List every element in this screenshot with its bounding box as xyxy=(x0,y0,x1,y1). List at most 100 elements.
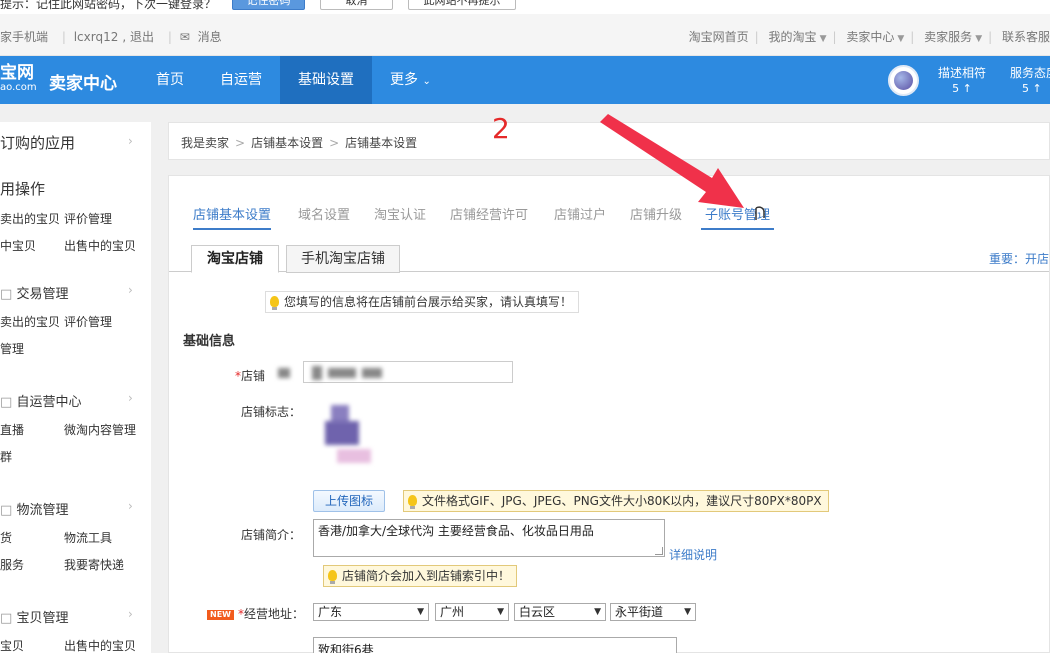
street-select[interactable]: 永平街道 ▼ xyxy=(610,603,696,621)
chevron-down-icon: ▼ xyxy=(975,34,983,44)
new-badge: NEW xyxy=(207,610,234,620)
chevron-right-icon[interactable]: › xyxy=(128,283,133,297)
remember-password-button[interactable]: 记住密码 xyxy=(232,0,305,10)
sidebar-link-sold[interactable]: 卖出的宝贝 xyxy=(0,313,60,330)
mobile-link[interactable]: 家手机端 xyxy=(0,30,48,44)
lightbulb-icon xyxy=(328,570,337,584)
sidebar-title-self-operation[interactable]: □ 自运营中心 xyxy=(0,391,81,410)
label-shop-name: *店铺 xyxy=(235,369,266,383)
sidebar-link-live[interactable]: 直播 xyxy=(0,421,24,438)
goods-icon: □ xyxy=(0,611,13,626)
label-shop-logo: 店铺标志： xyxy=(241,405,302,419)
breadcrumb-item[interactable]: 店铺基本设置 xyxy=(251,136,323,150)
province-select[interactable]: 广东 ▼ xyxy=(313,603,429,621)
tab-taobao-shop[interactable]: 淘宝店铺 xyxy=(191,245,279,273)
upload-logo-button[interactable]: 上传图标 xyxy=(313,490,385,512)
breadcrumb-item[interactable]: 我是卖家 xyxy=(181,136,229,150)
detail-link[interactable]: 详细说明 xyxy=(669,546,717,563)
seller-service-link[interactable]: 卖家服务 ▼ xyxy=(924,30,982,44)
tab-domain-settings[interactable]: 域名设置 xyxy=(298,204,350,228)
sidebar-link-group[interactable]: 群 xyxy=(0,448,12,465)
chevron-right-icon: > xyxy=(235,136,246,150)
tab-sub-account[interactable]: 子账号管理 xyxy=(701,204,775,230)
chevron-right-icon[interactable]: › xyxy=(128,499,133,513)
sidebar-title-common: 用操作 xyxy=(0,180,46,198)
sidebar-link-express[interactable]: 我要寄快递 xyxy=(64,556,124,573)
envelope-icon: ✉ xyxy=(179,30,190,44)
sidebar-link-on-sale[interactable]: 出售中的宝贝 xyxy=(64,237,136,254)
sidebar-link-service[interactable]: 服务 xyxy=(0,556,24,573)
sidebar-title-apps[interactable]: 订购的应用 xyxy=(0,132,75,153)
tab-shop-upgrade[interactable]: 店铺升级 xyxy=(630,204,682,228)
self-icon: □ xyxy=(0,395,13,410)
sidebar-link-logistics-tools[interactable]: 物流工具 xyxy=(64,529,112,546)
sidebar-link-goods[interactable]: 宝贝 xyxy=(0,637,24,653)
nav-self-operation[interactable]: 自运营 xyxy=(202,56,280,104)
taobao-home-link[interactable]: 淘宝网首页 xyxy=(689,30,749,44)
message-link[interactable]: 消息 xyxy=(198,30,222,44)
lightbulb-icon xyxy=(408,495,417,509)
label-shop-intro: 店铺简介： xyxy=(241,528,302,542)
username[interactable]: lcxrq12 xyxy=(74,30,119,44)
content-panel: 店铺基本设置 域名设置 淘宝认证 店铺经营许可 店铺过户 店铺升级 子账号管理 … xyxy=(168,175,1050,653)
trade-icon: □ xyxy=(0,287,13,302)
chevron-down-icon: ▼ xyxy=(497,607,504,617)
contact-service-link[interactable]: 联系客服 xyxy=(1002,30,1050,44)
sidebar-title-goods[interactable]: □ 宝贝管理 xyxy=(0,607,68,626)
shop-type-tabs: 淘宝店铺 手机淘宝店铺 xyxy=(169,242,1049,273)
tab-business-license[interactable]: 店铺经营许可 xyxy=(450,204,528,228)
nav-more[interactable]: 更多 ⌄ xyxy=(372,56,449,104)
chevron-down-icon: ⌄ xyxy=(422,76,431,87)
sidebar-link-on-sale[interactable]: 出售中的宝贝 xyxy=(64,637,136,653)
chevron-down-icon: ▼ xyxy=(897,34,905,44)
sidebar-link-warehouse[interactable]: 中宝贝 xyxy=(0,237,36,254)
nav-home[interactable]: 首页 xyxy=(138,56,202,104)
score-description[interactable]: 描述相符 5 ↑ xyxy=(938,65,986,97)
sidebar-title-trade[interactable]: □ 交易管理 xyxy=(0,283,68,302)
tab-shop-basic-settings[interactable]: 店铺基本设置 xyxy=(193,204,272,230)
nav-basic-settings[interactable]: 基础设置 xyxy=(280,56,372,104)
my-taobao-link[interactable]: 我的淘宝 ▼ xyxy=(769,30,827,44)
breadcrumb: 我是卖家 > 店铺基本设置 > 店铺基本设置 xyxy=(168,122,1050,160)
annotation-step-number: 2 xyxy=(492,112,510,145)
site-top-bar: 家手机端 | lcxrq12, 退出 | ✉ 消息 淘宝网首页 | 我的淘宝 ▼ | … xyxy=(0,14,1050,56)
sidebar-title-logistics[interactable]: □ 物流管理 xyxy=(0,499,68,518)
cancel-button[interactable]: 取消 xyxy=(320,0,393,10)
tab-shop-transfer[interactable]: 店铺过户 xyxy=(554,204,606,228)
sidebar-link-sold[interactable]: 卖出的宝贝 xyxy=(0,210,60,227)
score-service[interactable]: 服务态度 5 ↑ xyxy=(1010,65,1050,97)
label-business-address: NEW *经营地址： xyxy=(207,605,304,622)
chevron-right-icon: > xyxy=(329,136,340,150)
sidebar: 订购的应用 › 用操作 卖出的宝贝 评价管理 中宝贝 出售中的宝贝 □ 交易管理… xyxy=(0,122,151,653)
tab-mobile-taobao-shop[interactable]: 手机淘宝店铺 xyxy=(286,245,400,273)
password-notice-bar: 提示：记住此网站密码，下次一键登录？ 记住密码 取消 此网站不再提示 xyxy=(0,0,1050,14)
breadcrumb-item: 店铺基本设置 xyxy=(345,136,418,150)
truck-icon: □ xyxy=(0,503,13,518)
notice-text: 提示：记住此网站密码，下次一键登录？ xyxy=(0,0,217,11)
city-select[interactable]: 广州 ▼ xyxy=(435,603,509,621)
sidebar-link-ship[interactable]: 货 xyxy=(0,529,12,546)
tab-taobao-certification[interactable]: 淘宝认证 xyxy=(374,204,426,228)
sidebar-link-manage[interactable]: 管理 xyxy=(0,340,24,357)
chevron-down-icon: ▼ xyxy=(594,607,601,617)
main-header: 宝网 ao.com 卖家中心 首页 自运营 基础设置 更多 ⌄ 描述相符 5 ↑… xyxy=(0,56,1050,104)
sidebar-link-weitao[interactable]: 微淘内容管理 xyxy=(64,421,136,438)
lightbulb-icon xyxy=(270,296,279,310)
seller-center-link[interactable]: 卖家中心 ▼ xyxy=(846,30,904,44)
address-input[interactable]: 致和街6巷 xyxy=(313,637,677,653)
sidebar-link-review[interactable]: 评价管理 xyxy=(64,210,112,227)
shop-name-input[interactable] xyxy=(278,361,513,383)
never-prompt-button[interactable]: 此网站不再提示 xyxy=(408,0,516,10)
section-basic-info: 基础信息 xyxy=(183,334,236,349)
chevron-right-icon[interactable]: › xyxy=(128,134,133,148)
important-link[interactable]: 重要：开店 xyxy=(989,250,1049,267)
shop-avatar[interactable] xyxy=(888,65,919,96)
chevron-right-icon[interactable]: › xyxy=(128,391,133,405)
taobao-logo[interactable]: 宝网 ao.com xyxy=(0,64,42,94)
chevron-right-icon[interactable]: › xyxy=(128,607,133,621)
logout-link[interactable]: 退出 xyxy=(130,30,154,44)
chevron-down-icon: ▼ xyxy=(684,607,691,617)
district-select[interactable]: 白云区 ▼ xyxy=(514,603,606,621)
shop-intro-textarea[interactable]: 香港/加拿大/全球代沟 主要经营食品、化妆品日用品 xyxy=(313,519,665,557)
sidebar-link-review[interactable]: 评价管理 xyxy=(64,313,112,330)
